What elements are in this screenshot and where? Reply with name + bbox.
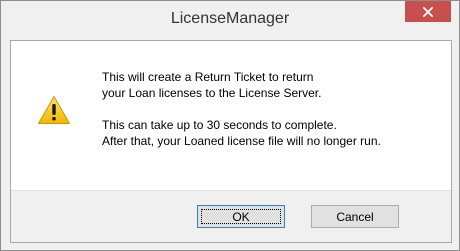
message-line-1: This will create a Return Ticket to retu… [102,70,314,84]
button-bar: OK Cancel [11,190,451,242]
message-line-2: your Loan licenses to the License Server… [102,86,322,100]
cancel-button[interactable]: Cancel [311,205,399,228]
title-bar[interactable]: LicenseManager [1,1,459,40]
close-button[interactable] [405,1,451,22]
close-icon [423,6,433,17]
dialog-body: This will create a Return Ticket to retu… [10,40,452,243]
warning-icon [37,95,71,125]
window-title: LicenseManager [170,10,290,27]
message-line-4: After that, your Loaned license file wil… [102,134,381,148]
focus-ring [201,209,281,224]
message-line-3: This can take up to 30 seconds to comple… [102,118,337,132]
message-area: This will create a Return Ticket to retu… [11,41,451,190]
license-manager-dialog: LicenseManager This will create a Return… [0,0,460,251]
ok-button[interactable]: OK [197,205,285,228]
cancel-button-label: Cancel [336,209,374,224]
